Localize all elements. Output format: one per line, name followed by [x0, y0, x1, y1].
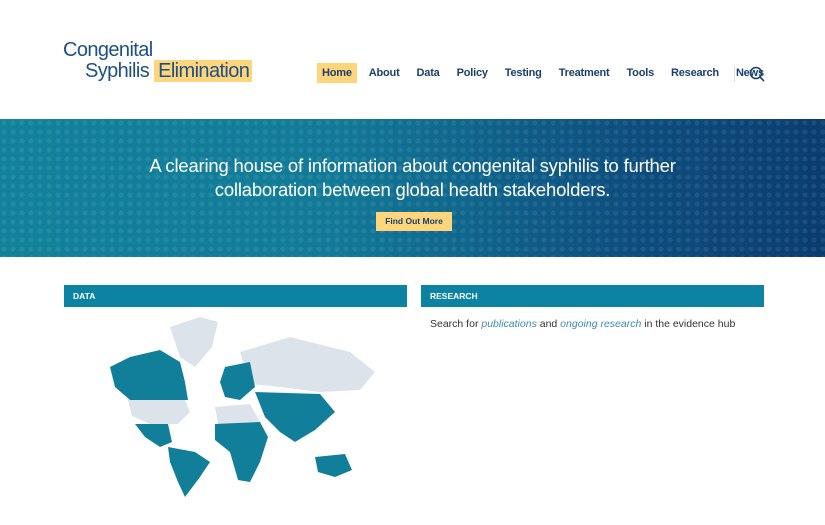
nav-policy[interactable]: Policy	[452, 63, 493, 83]
nav-home[interactable]: Home	[317, 63, 357, 83]
map-russia	[240, 337, 375, 392]
find-out-more-button[interactable]: Find Out More	[376, 212, 452, 231]
ongoing-research-link[interactable]: ongoing research	[560, 318, 641, 330]
hero-banner: A clearing house of information about co…	[0, 119, 825, 257]
nav-divider	[734, 66, 735, 82]
research-description: Search for publications and ongoing rese…	[430, 318, 736, 330]
hero-heading: A clearing house of information about co…	[149, 155, 676, 200]
site-logo[interactable]: Congenital Syphilis Elimination	[63, 39, 253, 82]
map-canada	[110, 350, 188, 400]
map-south-america	[168, 447, 210, 497]
map-mexico	[135, 424, 172, 447]
map-usa	[128, 400, 190, 424]
publications-link[interactable]: publications	[481, 318, 536, 330]
research-section-header: RESEARCH	[421, 285, 764, 307]
nav-research[interactable]: Research	[666, 63, 724, 83]
map-asia	[255, 392, 335, 442]
world-map[interactable]	[90, 312, 380, 497]
logo-highlight: Elimination	[154, 60, 253, 82]
nav-data[interactable]: Data	[412, 63, 445, 83]
nav-testing[interactable]: Testing	[500, 63, 547, 83]
nav-about[interactable]: About	[364, 63, 405, 83]
map-australia	[315, 454, 352, 477]
logo-line2: Syphilis	[85, 60, 150, 82]
map-greenland	[170, 317, 218, 367]
nav-treatment[interactable]: Treatment	[554, 63, 615, 83]
map-europe	[220, 362, 255, 400]
logo-line1: Congenital	[63, 39, 153, 61]
nav-tools[interactable]: Tools	[621, 63, 659, 83]
data-section-header: DATA	[64, 285, 407, 307]
map-africa	[215, 422, 268, 482]
main-nav: Home About Data Policy Testing Treatment…	[317, 63, 776, 83]
search-icon[interactable]	[749, 66, 765, 87]
